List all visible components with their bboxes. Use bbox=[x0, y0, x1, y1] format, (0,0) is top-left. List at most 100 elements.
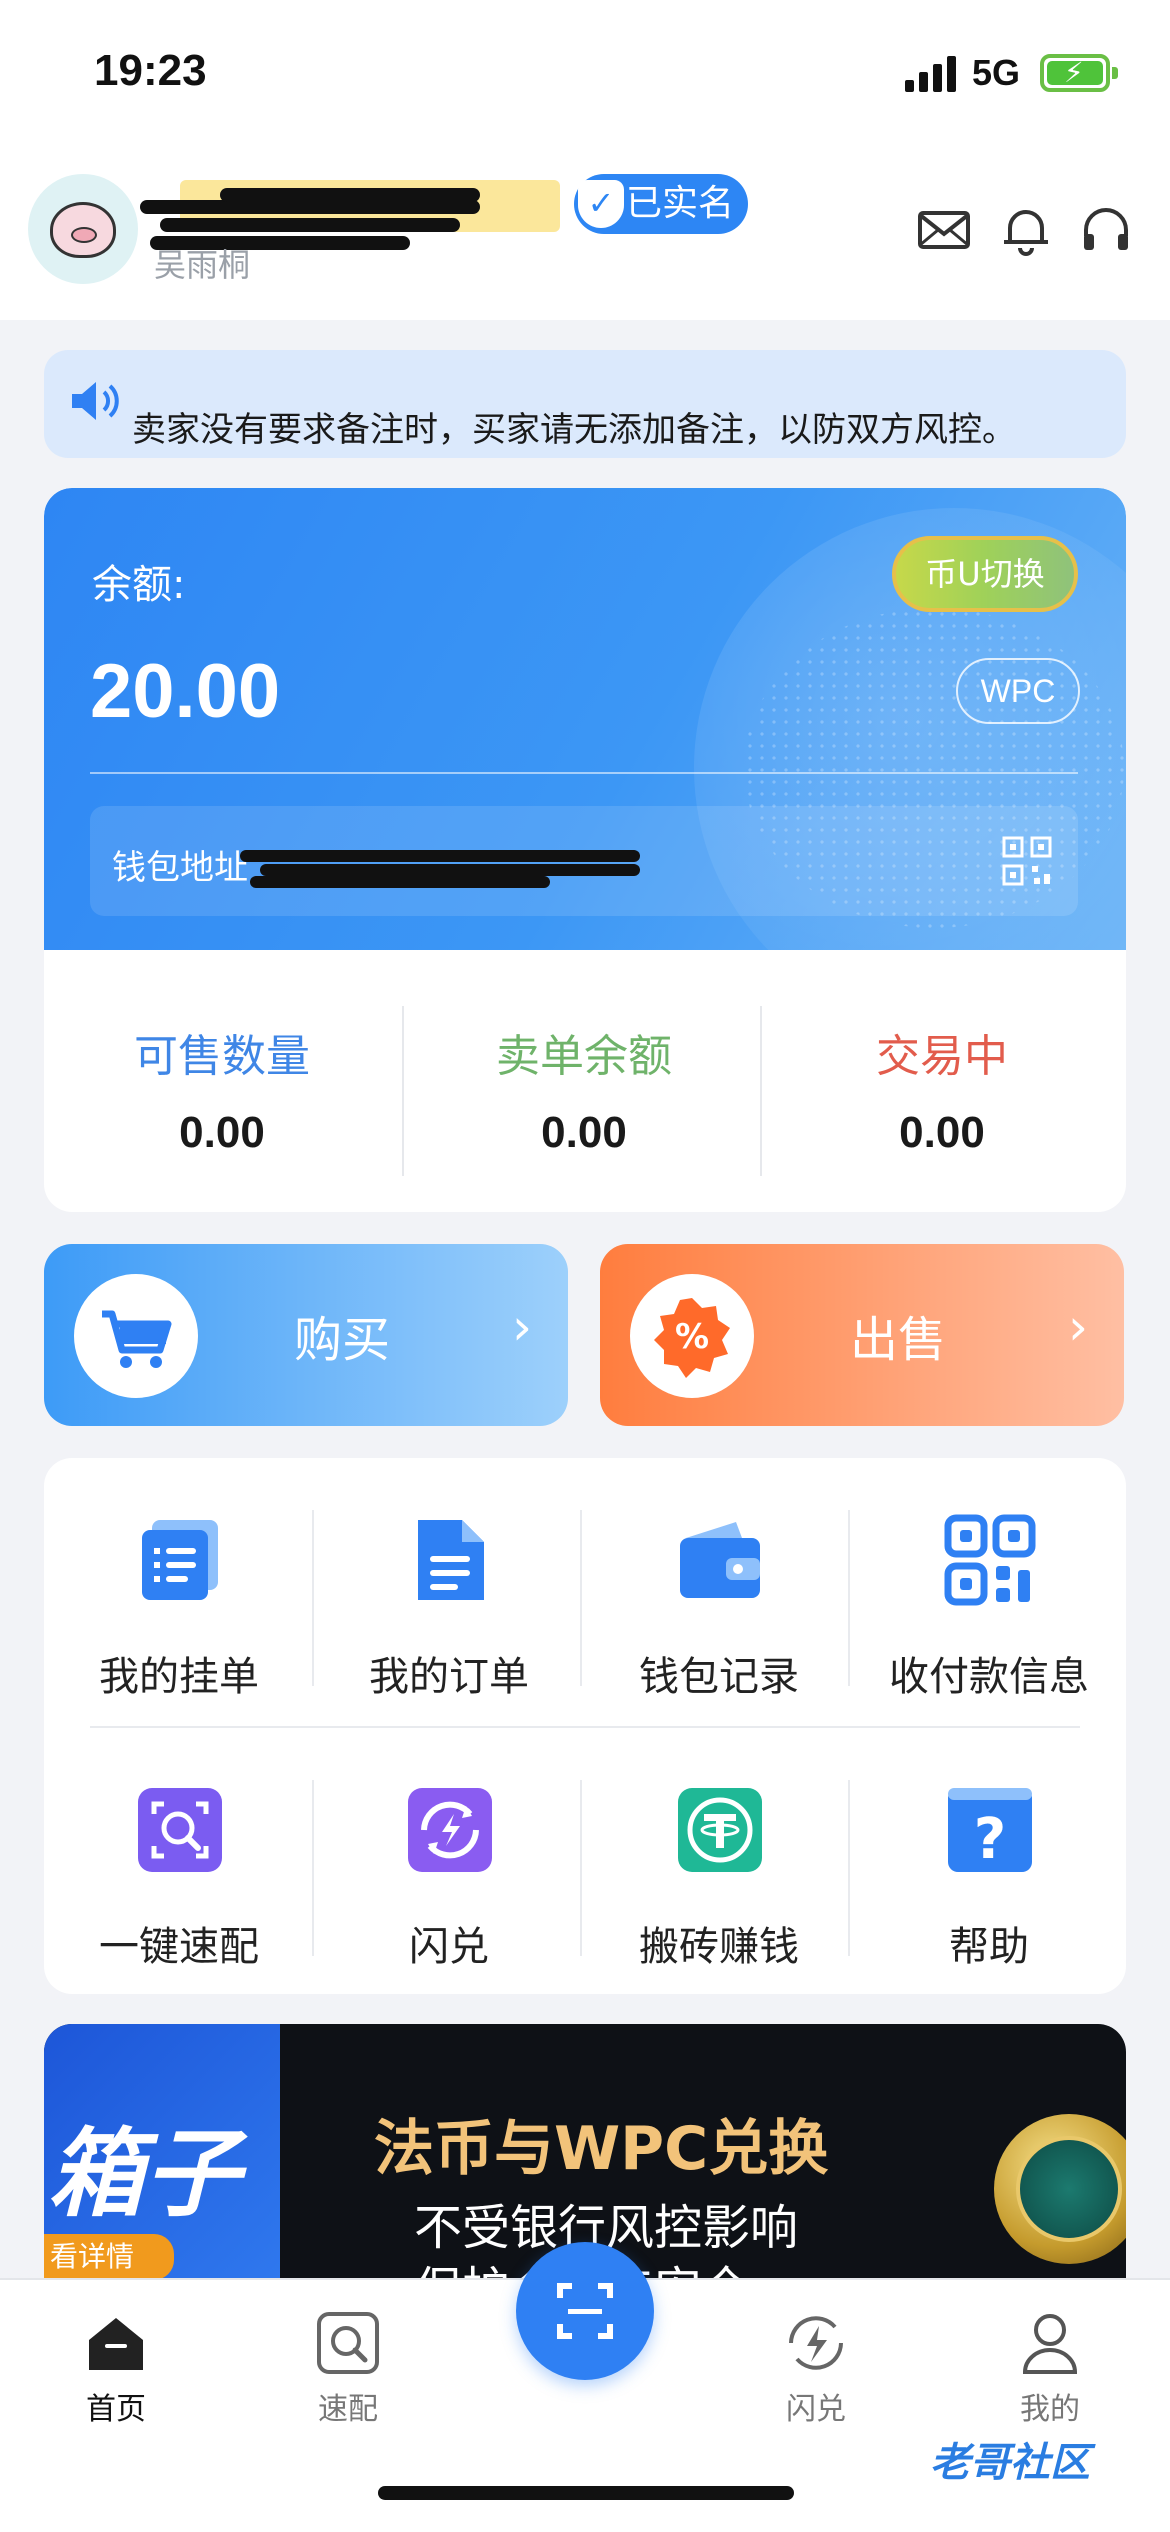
profile-header: 吴雨桐 ✓ 已实名 bbox=[0, 140, 1170, 320]
tab-label: 我的 bbox=[1020, 2392, 1080, 2427]
currency-unit-badge: WPC bbox=[956, 658, 1080, 724]
balance-label: 余额: bbox=[92, 562, 186, 608]
menu-label: 我的挂单 bbox=[99, 1654, 259, 1700]
notice-banner: 卖家没有要求备注时，买家请无添加备注，以防双方风控。 bbox=[44, 350, 1126, 458]
buy-label: 购买 bbox=[294, 1312, 391, 1368]
sell-button[interactable]: % 出售 › bbox=[600, 1244, 1124, 1426]
scan-icon bbox=[557, 2283, 613, 2339]
sell-label: 出售 bbox=[850, 1312, 947, 1368]
qrcode-icon[interactable] bbox=[1002, 836, 1052, 886]
menu-label: 我的订单 bbox=[369, 1654, 529, 1700]
home-icon bbox=[89, 2318, 143, 2370]
bell-icon[interactable] bbox=[996, 200, 1056, 260]
shield-check-icon: ✓ bbox=[578, 180, 624, 228]
headset-icon[interactable] bbox=[1076, 200, 1136, 260]
divider bbox=[580, 1510, 582, 1686]
divider bbox=[760, 1006, 762, 1176]
battery-icon: ⚡ bbox=[1040, 54, 1118, 92]
menu-wallet-records[interactable]: 钱包记录 bbox=[584, 1474, 854, 1700]
username-secondary: 吴雨桐 bbox=[154, 246, 251, 284]
quick-match-icon bbox=[317, 2312, 379, 2374]
watermark-logo: 老哥社区 bbox=[930, 2440, 1090, 2486]
buy-button[interactable]: 购买 › bbox=[44, 1244, 568, 1426]
cellular-signal-icon bbox=[905, 56, 957, 92]
tab-flash-exchange[interactable]: 闪兑 bbox=[736, 2308, 896, 2428]
status-bar: 19:23 5G ⚡ bbox=[0, 0, 1170, 140]
tab-profile[interactable]: 我的 bbox=[970, 2308, 1130, 2428]
home-indicator bbox=[378, 2486, 794, 2500]
menu-payment-info[interactable]: 收付款信息 bbox=[854, 1474, 1124, 1700]
tab-label: 速配 bbox=[318, 2392, 378, 2427]
chevron-right-icon: › bbox=[1068, 1298, 1088, 1356]
quick-match-icon bbox=[138, 1788, 222, 1872]
chevron-right-icon: › bbox=[512, 1298, 532, 1356]
svg-text:?: ? bbox=[974, 1807, 1006, 1872]
coin-logo-icon bbox=[994, 2114, 1126, 2264]
listing-icon bbox=[142, 1520, 218, 1600]
wallet-address-row[interactable]: 钱包地址 bbox=[90, 806, 1078, 916]
stat-value: 0.00 bbox=[899, 1108, 985, 1157]
stat-title: 可售数量 bbox=[134, 1031, 310, 1082]
menu-my-orders[interactable]: 我的订单 bbox=[314, 1474, 584, 1700]
flash-exchange-icon bbox=[789, 2316, 843, 2370]
divider bbox=[848, 1780, 850, 1956]
stat-value: 0.00 bbox=[179, 1108, 265, 1157]
menu-flash-exchange[interactable]: 闪兑 bbox=[314, 1744, 584, 1970]
network-type: 5G bbox=[972, 52, 1021, 93]
wallet-address-label: 钱包地址 bbox=[112, 848, 248, 888]
menu-label: 一键速配 bbox=[99, 1924, 259, 1970]
wallet-card: 余额: 20.00 币U切换 WPC 钱包地址 可售数量 0.00 卖单余额 0… bbox=[44, 488, 1126, 1212]
cart-icon bbox=[74, 1274, 198, 1398]
divider bbox=[580, 1780, 582, 1956]
tether-icon bbox=[678, 1788, 762, 1872]
wallet-address-redacted bbox=[240, 836, 660, 888]
avatar[interactable] bbox=[28, 174, 138, 284]
stat-sell-balance: 卖单余额 0.00 bbox=[406, 988, 762, 1168]
qrcode-icon bbox=[944, 1514, 1036, 1606]
menu-arbitrage[interactable]: 搬砖赚钱 bbox=[584, 1744, 854, 1970]
promo-title: 法币与WPC兑换 bbox=[374, 2114, 829, 2184]
tab-home[interactable]: 首页 bbox=[36, 2308, 196, 2428]
tab-label: 闪兑 bbox=[786, 2392, 846, 2427]
divider bbox=[402, 1006, 404, 1176]
divider bbox=[90, 772, 1078, 774]
promo-left-title: 箱子 bbox=[48, 2118, 240, 2230]
status-time: 19:23 bbox=[94, 46, 207, 95]
tab-label: 首页 bbox=[86, 2392, 146, 2427]
stat-trading: 交易中 0.00 bbox=[764, 988, 1120, 1168]
speaker-icon bbox=[72, 382, 119, 420]
verified-label: 已实名 bbox=[626, 183, 735, 224]
promo-banner-left: 箱子 看详情 bbox=[44, 2024, 280, 2282]
wallet-icon bbox=[680, 1522, 760, 1598]
currency-switch-button[interactable]: 币U切换 bbox=[892, 536, 1078, 612]
function-grid: 我的挂单 我的订单 钱包记录 收付款信息 一键速配 闪兑 搬砖赚钱 ? 帮助 bbox=[44, 1458, 1126, 1994]
profile-icon bbox=[1022, 2314, 1078, 2374]
menu-help[interactable]: ? 帮助 bbox=[854, 1744, 1124, 1970]
menu-label: 搬砖赚钱 bbox=[639, 1924, 799, 1970]
view-details-button[interactable]: 看详情 bbox=[44, 2234, 174, 2280]
verified-badge: ✓ 已实名 bbox=[574, 174, 748, 234]
menu-my-listings[interactable]: 我的挂单 bbox=[44, 1474, 314, 1700]
order-icon bbox=[418, 1520, 484, 1600]
divider bbox=[848, 1510, 850, 1686]
mail-icon[interactable] bbox=[914, 200, 974, 260]
notice-text: 卖家没有要求备注时，买家请无添加备注，以防双方风控。 bbox=[132, 410, 1016, 450]
svg-text:%: % bbox=[675, 1317, 709, 1357]
divider bbox=[90, 1726, 1080, 1728]
menu-label: 闪兑 bbox=[409, 1924, 489, 1970]
scan-button[interactable] bbox=[516, 2242, 654, 2380]
stat-value: 0.00 bbox=[541, 1108, 627, 1157]
balance-value: 20.00 bbox=[90, 649, 281, 734]
help-icon: ? bbox=[948, 1788, 1032, 1872]
stat-available: 可售数量 0.00 bbox=[44, 988, 400, 1168]
menu-quick-match[interactable]: 一键速配 bbox=[44, 1744, 314, 1970]
menu-label: 帮助 bbox=[949, 1924, 1029, 1970]
stat-title: 交易中 bbox=[876, 1031, 1008, 1082]
balance-panel: 余额: 20.00 币U切换 WPC 钱包地址 bbox=[44, 488, 1126, 950]
menu-label: 钱包记录 bbox=[639, 1654, 799, 1700]
stat-title: 卖单余额 bbox=[496, 1031, 672, 1082]
discount-badge-icon: % bbox=[630, 1274, 754, 1398]
wallet-stats: 可售数量 0.00 卖单余额 0.00 交易中 0.00 bbox=[44, 988, 1126, 1176]
menu-label: 收付款信息 bbox=[889, 1654, 1089, 1700]
tab-quick-match[interactable]: 速配 bbox=[268, 2308, 428, 2428]
